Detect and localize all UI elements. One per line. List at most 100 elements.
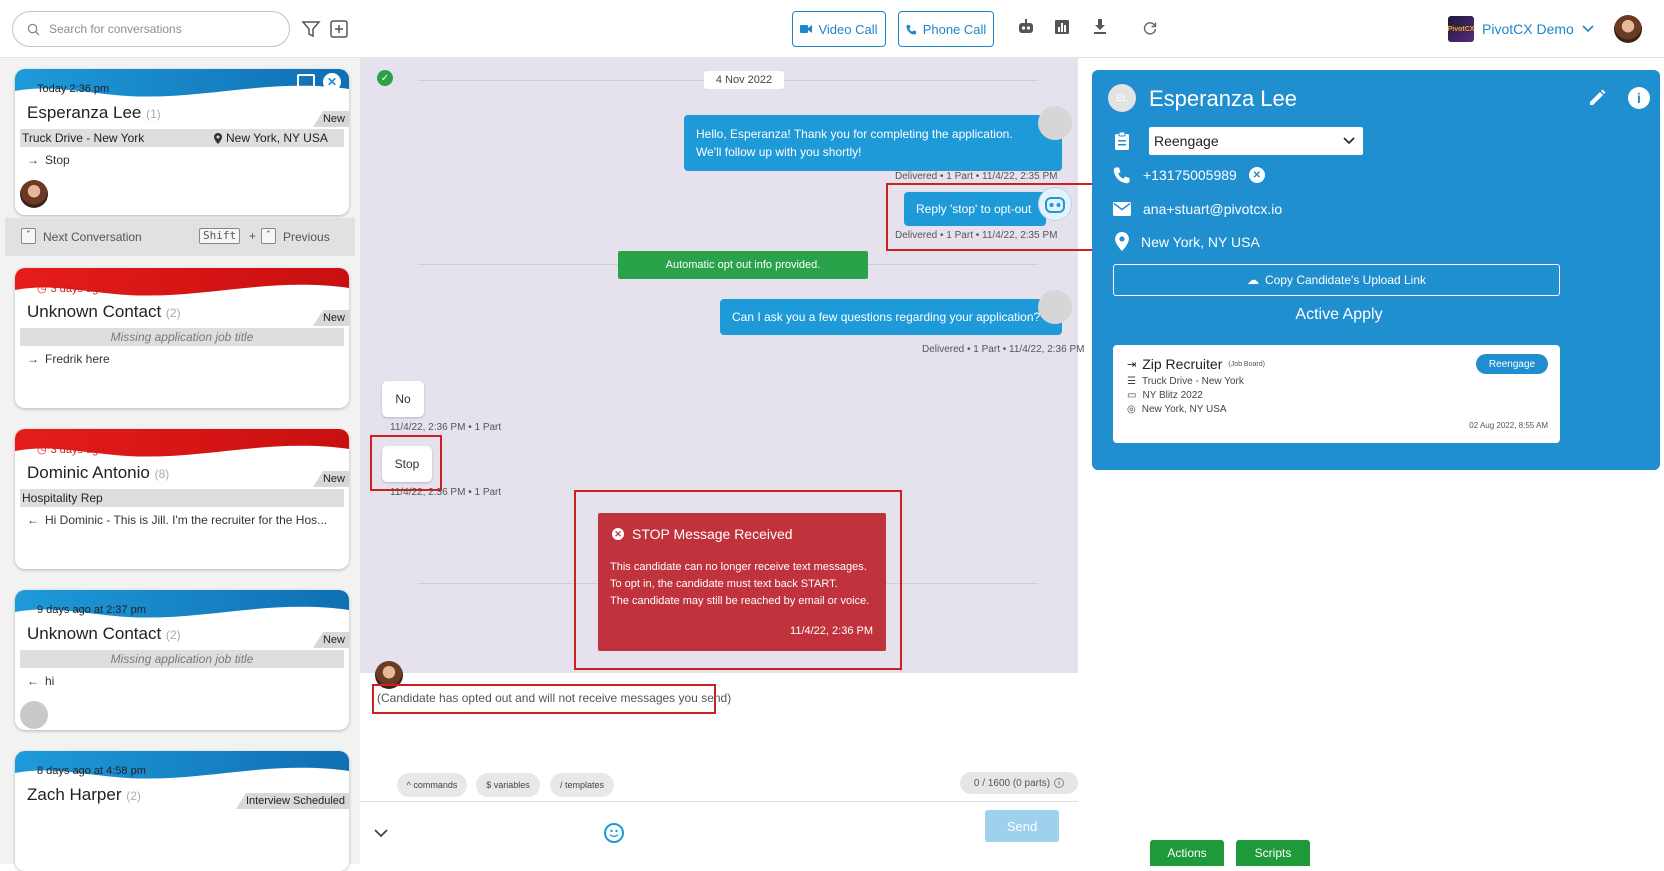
candidate-email[interactable]: ana+stuart@pivotcx.io [1143,201,1282,217]
job-bar: Truck Drive - New York New York, NY USA [20,129,344,147]
stop-time: 11/4/22, 2:36 PM [790,625,873,637]
previous-key-hint: ˆ [261,228,276,244]
location-pin-icon: ◎ [1127,404,1136,415]
info-icon[interactable]: i [1628,87,1650,109]
user-avatar[interactable] [1614,15,1642,43]
search-box[interactable]: Search for conversations [12,11,290,47]
search-input[interactable]: Search for conversations [49,22,182,36]
job-title: Missing application job title [110,652,254,666]
pivotcx-logo: PivotCX [1448,16,1474,42]
edit-icon[interactable] [1587,88,1607,113]
job-title: Hospitality Rep [22,491,103,505]
contact-name: Esperanza Lee [27,103,142,122]
status-badge: New [312,111,349,127]
info-icon[interactable]: i [1054,778,1065,788]
clock-icon: ◷ [37,283,47,295]
archive-icon[interactable] [297,74,315,90]
refresh-icon[interactable] [1140,18,1160,38]
conversation-time: 9 days ago at 2:37 pm [37,604,146,616]
remove-phone-icon[interactable]: ✕ [1248,167,1265,183]
conversation-card[interactable]: 9 days ago at 2:37 pm Unknown Contact (2… [15,590,349,730]
job-bar: Missing application job title [20,650,344,668]
bot-icon[interactable] [1016,17,1036,37]
error-icon: ✕ [612,528,624,540]
system-notice: Automatic opt out info provided. [618,251,868,279]
clock-icon: ◷ [37,444,47,456]
message-line: Hello, Esperanza! Thank you for completi… [696,127,1013,141]
message-input[interactable]: (Candidate has opted out and will not re… [377,691,731,705]
templates-chip[interactable]: / templates [550,773,614,797]
stop-title: STOP Message Received [632,526,793,542]
next-conversation-link[interactable]: Next Conversation [43,230,142,244]
conversation-card[interactable]: ◷ 3 days ago at 3:10 pm Dominic Antonio (… [15,429,349,569]
application-source-type: (Job Board) [1228,360,1265,368]
stop-message-card: ✕ STOP Message Received This candidate c… [598,513,886,651]
check-circle-icon: ✓ [377,70,393,86]
commands-chip[interactable]: ^ commands [397,773,467,797]
phone-icon [906,24,916,35]
application-job: Truck Drive - New York [1141,376,1244,387]
message-count: (8) [154,467,170,481]
new-conversation-icon[interactable] [328,18,350,40]
login-arrow-icon: ⇥ [1127,358,1137,371]
copy-upload-link-button[interactable]: ☁ Copy Candidate's Upload Link [1113,264,1560,296]
account-switcher[interactable]: PivotCX PivotCX Demo [1448,14,1594,44]
message-preview: Hi Dominic - This is Jill. I'm the recru… [45,513,328,527]
stop-line: The candidate may still be reached by em… [610,595,870,607]
outgoing-message: Can I ask you a few questions regarding … [720,299,1062,335]
conversation-navigation: ˇ Next Conversation Shift + ˆ Previous [5,218,355,256]
outgoing-arrow-icon: → [27,352,39,366]
video-call-button[interactable]: Video Call [792,11,886,47]
stop-line: To opt in, the candidate must text back … [610,578,838,590]
application-date: 02 Aug 2022, 8:55 AM [1469,421,1548,430]
close-icon[interactable]: ✕ [323,73,341,91]
contact-name: Zach Harper [27,785,122,804]
actions-button[interactable]: Actions [1150,840,1224,866]
conversation-card[interactable]: 8 days ago at 4:58 pm Zach Harper (2) In… [15,751,349,871]
candidate-phone[interactable]: +13175005989 [1143,167,1237,183]
conversation-card[interactable]: ◷ 3 days ago at 10:55 am Unknown Contact … [15,268,349,408]
scripts-button[interactable]: Scripts [1236,840,1310,866]
video-camera-icon [800,25,813,33]
list-icon: ☰ [1127,376,1136,387]
account-name: PivotCX Demo [1482,21,1574,37]
conversation-time: 8 days ago at 4:58 pm [37,765,146,777]
incoming-arrow-icon: ← [27,674,39,688]
email-icon [1113,202,1131,216]
shift-key-hint: Shift [199,228,241,244]
chat-thread[interactable]: ✓ 4 Nov 2022 Hello, Esperanza! Thank you… [360,58,1105,673]
phone-row: +13175005989 ✕ [1113,166,1265,184]
reengage-button[interactable]: Reengage [1476,354,1548,374]
bar-chart-icon[interactable] [1052,17,1072,37]
chevron-down-icon[interactable] [374,825,388,843]
copy-upload-link-label: Copy Candidate's Upload Link [1264,273,1427,287]
sender-avatar [1038,106,1072,140]
message-line: We'll follow up with you shortly! [696,145,862,159]
outgoing-arrow-icon: → [27,153,39,167]
conversation-time: Today 2:36 pm [37,83,110,95]
application-source: Zip Recruiter [1142,356,1223,372]
job-bar: Hospitality Rep [20,489,344,507]
conversation-card[interactable]: ✕ Today 2:36 pm Esperanza Lee (1) New Tr… [15,69,349,215]
status-select[interactable]: Reengage [1149,127,1363,155]
message-meta: Delivered • 1 Part • 11/4/22, 2:35 PM [895,171,1058,182]
send-button[interactable]: Send [985,810,1059,842]
conversation-time: 3 days ago at 3:10 pm [50,443,160,456]
counter-text: 0 / 1600 (0 parts) [973,777,1051,789]
previous-conversation-link[interactable]: Previous [283,230,330,244]
character-counter: 0 / 1600 (0 parts) i [960,772,1078,794]
status-badge: New [312,471,349,487]
outgoing-message: Reply 'stop' to opt-out [904,192,1046,226]
filter-icon[interactable] [300,18,322,40]
job-title: Truck Drive - New York [22,131,145,145]
email-row: ana+stuart@pivotcx.io [1113,201,1282,217]
phone-icon [1113,167,1130,184]
phone-call-button[interactable]: Phone Call [898,11,994,47]
download-icon[interactable] [1090,17,1110,37]
default-avatar-icon [20,701,48,729]
application-card[interactable]: ⇥ Zip Recruiter (Job Board) Reengage ☰ Tr… [1113,345,1560,443]
emoji-icon[interactable] [604,823,624,843]
date-separator: 4 Nov 2022 [704,71,784,89]
contact-name: Unknown Contact [27,624,162,643]
variables-chip[interactable]: $ variables [476,773,540,797]
